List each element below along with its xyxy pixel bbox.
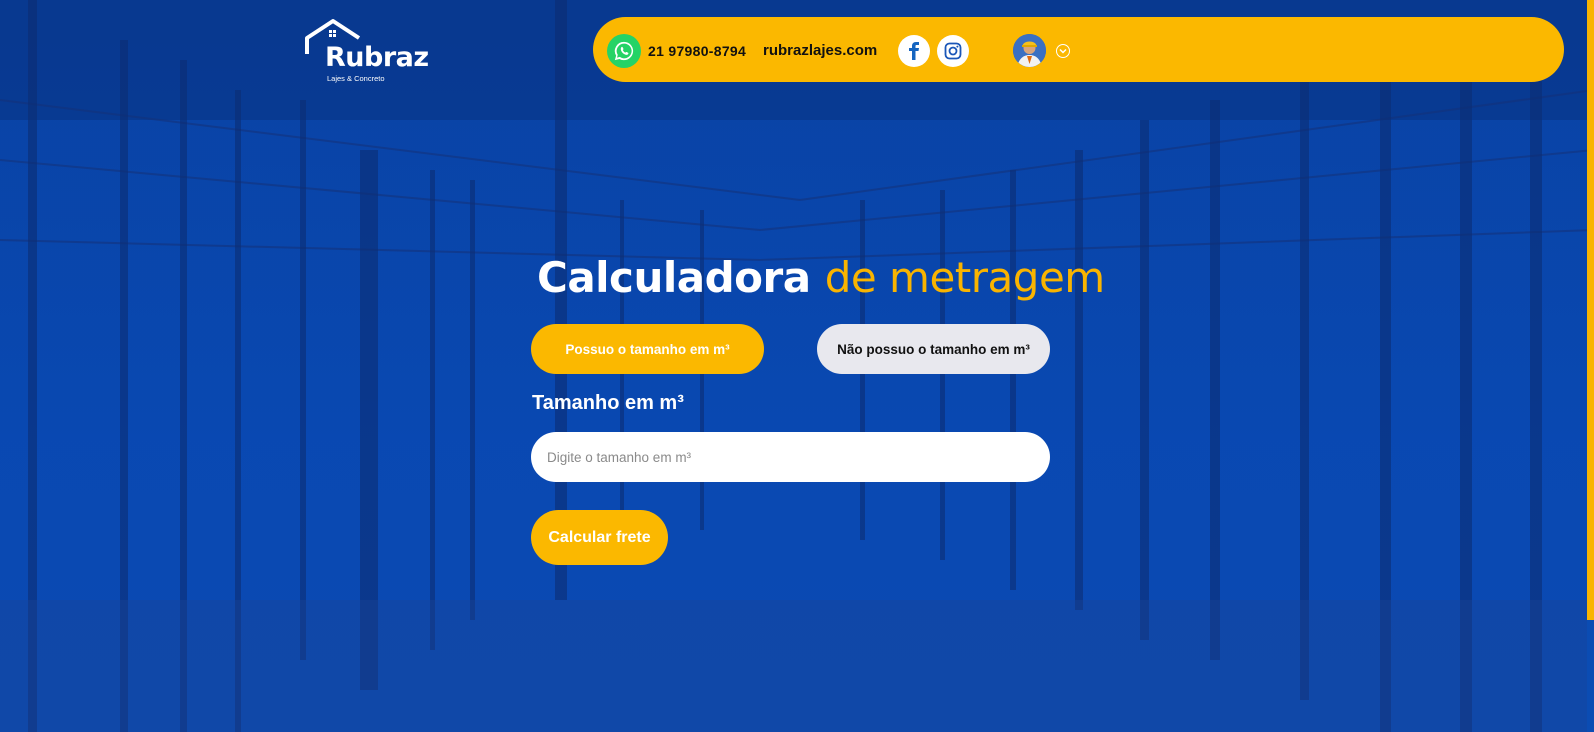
brand-name: Rubraz — [325, 42, 429, 73]
scrollbar-track — [1587, 620, 1594, 732]
whatsapp-icon[interactable] — [607, 34, 641, 68]
brand-logo[interactable]: Rubraz Lajes & Concreto — [303, 18, 429, 83]
option-not-have-size-button[interactable]: Não possuo o tamanho em m³ — [817, 324, 1050, 374]
title-accent: de metragem — [824, 253, 1106, 302]
size-field-label: Tamanho em m³ — [532, 392, 684, 414]
chevron-down-icon[interactable] — [1056, 44, 1070, 58]
user-avatar[interactable] — [1013, 34, 1046, 67]
facebook-icon[interactable] — [898, 35, 930, 67]
scrollbar-thumb[interactable] — [1587, 0, 1594, 620]
scaffolding-illustration — [0, 0, 1594, 732]
phone-number[interactable]: 21 97980-8794 — [648, 43, 746, 59]
brand-tagline: Lajes & Concreto — [327, 74, 385, 83]
page-title: Calculadora de metragem — [537, 253, 1105, 302]
instagram-icon[interactable] — [937, 35, 969, 67]
website-link[interactable]: rubrazlajes.com — [763, 42, 877, 59]
option-have-size-button[interactable]: Possuo o tamanho em m³ — [531, 324, 764, 374]
size-input[interactable] — [531, 432, 1050, 482]
title-main: Calculadora — [537, 253, 811, 302]
background-photo — [0, 0, 1594, 732]
calculate-shipping-button[interactable]: Calcular frete — [531, 510, 668, 565]
